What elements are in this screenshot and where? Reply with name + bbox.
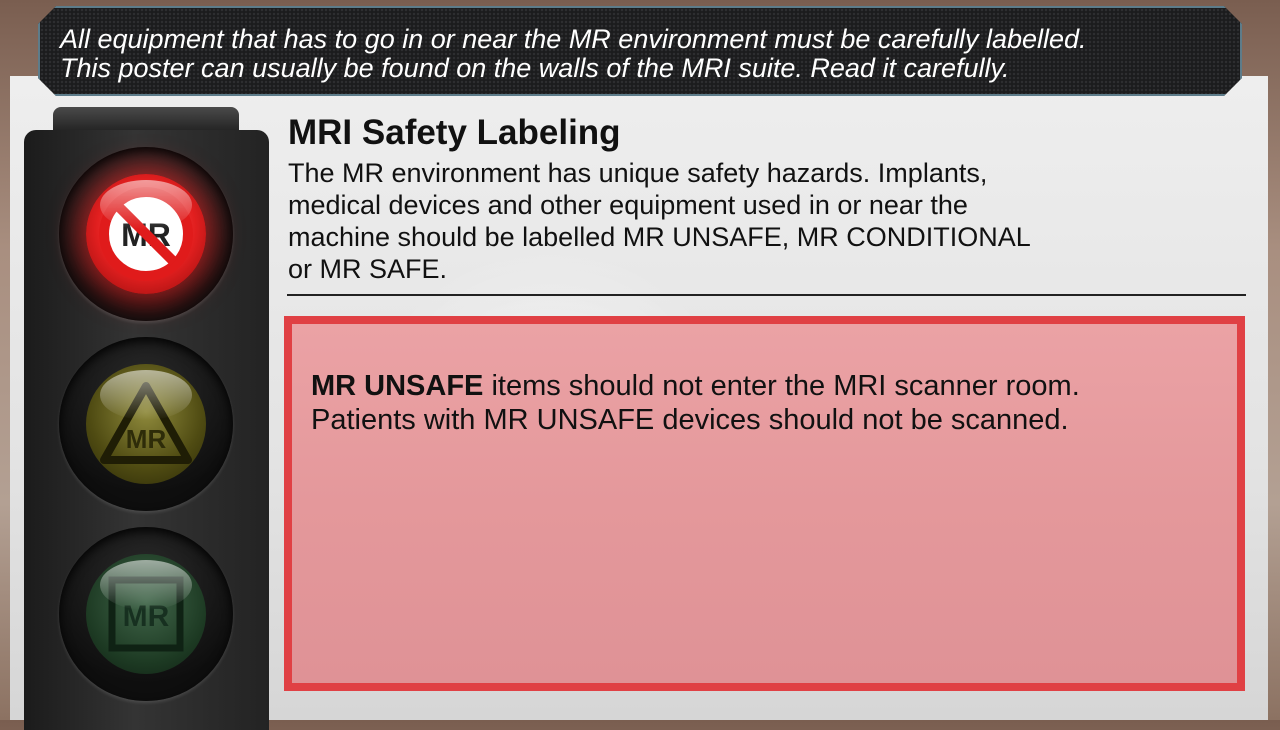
caption-line-2: This poster can usually be found on the … [60, 53, 1010, 83]
mr-unsafe-lamp[interactable]: MR [59, 147, 233, 321]
info-line-2: Patients with MR UNSAFE devices should n… [311, 404, 1069, 436]
info-text: MR UNSAFE items should not enter the MRI… [311, 369, 1080, 437]
info-line-1-rest: items should not enter the MRI scanner r… [483, 370, 1080, 402]
intro-line-2: medical devices and other equipment used… [288, 190, 968, 220]
intro-paragraph: The MR environment has unique safety haz… [288, 157, 1188, 285]
mr-conditional-lamp[interactable]: MR [59, 337, 233, 511]
mr-conditional-label: MR [126, 424, 167, 454]
lens-shine [100, 180, 192, 230]
caption-line-1: All equipment that has to go in or near … [60, 24, 1087, 54]
info-bold-term: MR UNSAFE [311, 370, 484, 402]
intro-line-4: or MR SAFE. [288, 254, 448, 284]
mr-unsafe-info-box: MR UNSAFE items should not enter the MRI… [284, 316, 1245, 691]
caption-banner: All equipment that has to go in or near … [38, 6, 1242, 96]
intro-line-1: The MR environment has unique safety haz… [288, 158, 988, 188]
page-title: MRI Safety Labeling [288, 113, 621, 152]
lens-shine [100, 560, 192, 610]
intro-line-3: machine should be labelled MR UNSAFE, MR… [288, 222, 1031, 252]
lens-shine [100, 370, 192, 420]
info-line-1: MR UNSAFE items should not enter the MRI… [311, 369, 1080, 403]
divider [287, 294, 1246, 296]
mr-safe-lamp[interactable]: MR [59, 527, 233, 701]
